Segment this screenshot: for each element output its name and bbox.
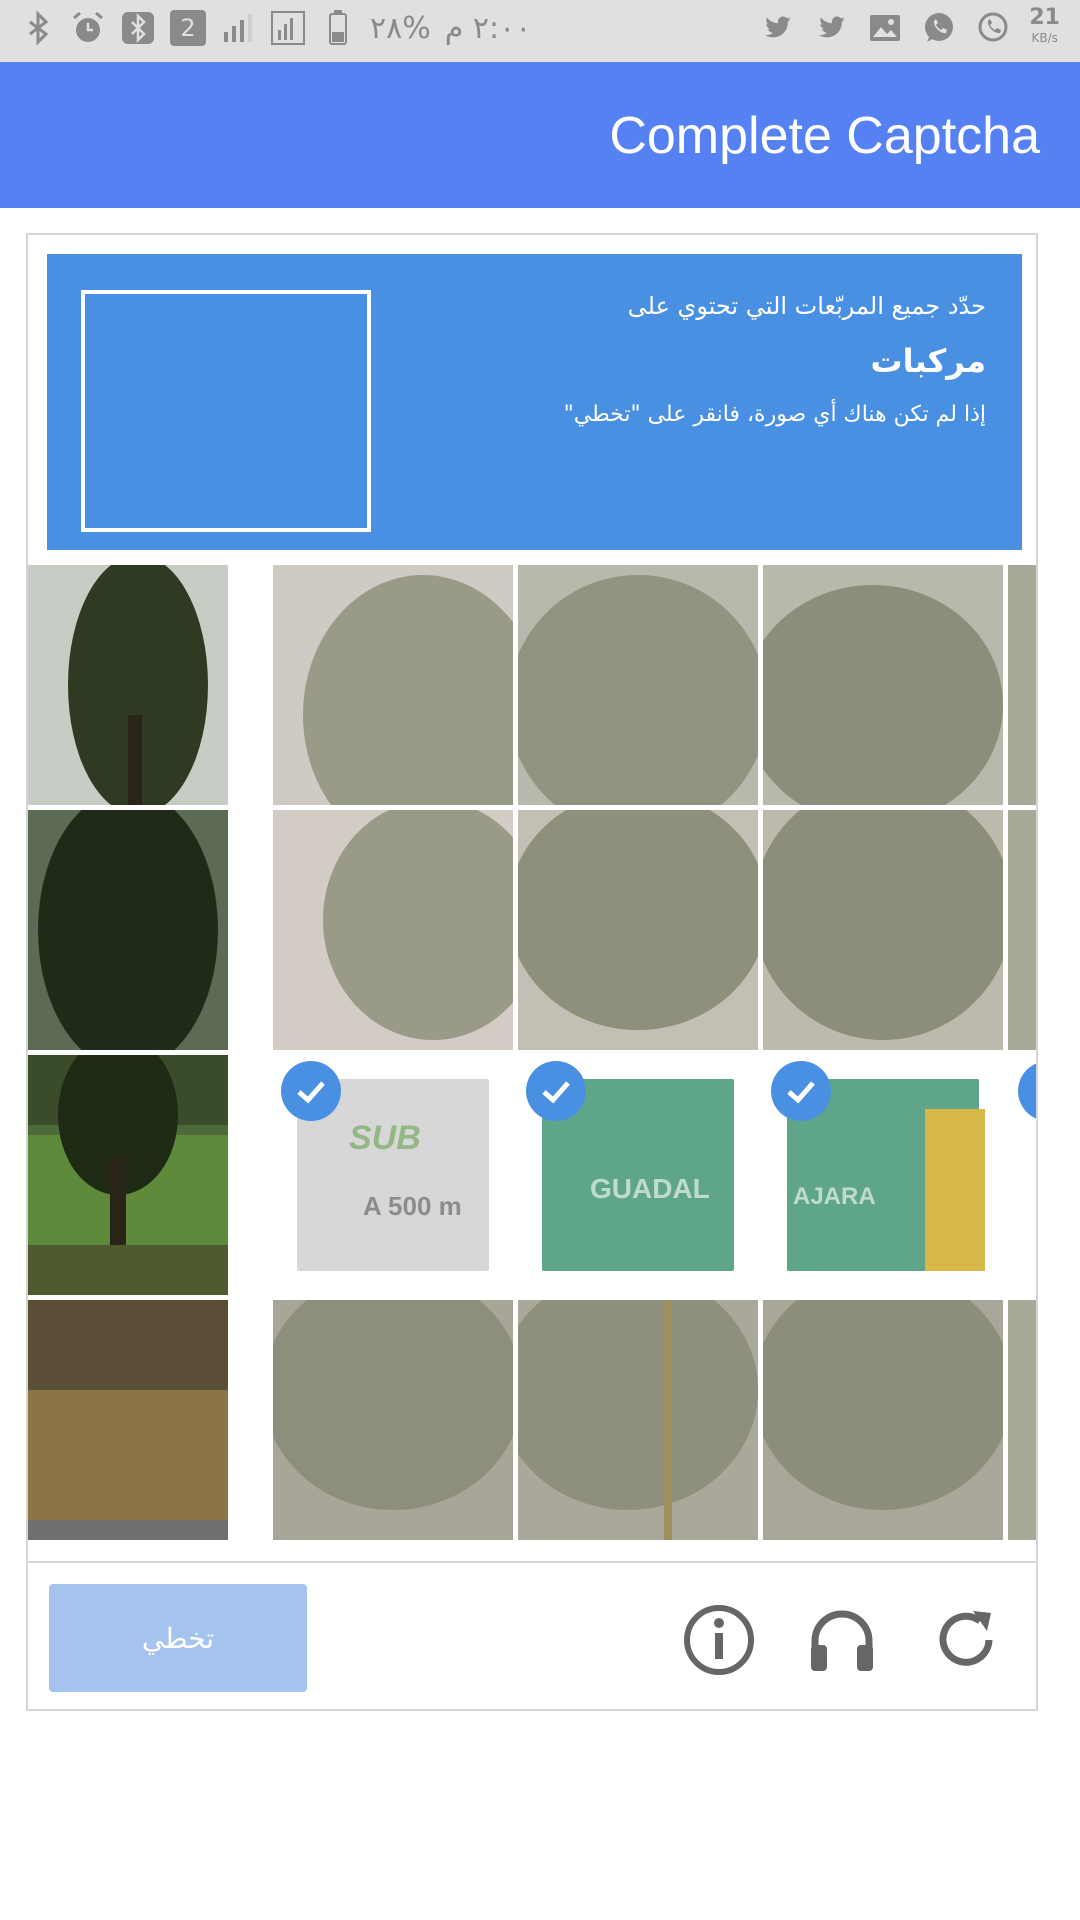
image-tile[interactable] bbox=[273, 565, 513, 805]
image-grid: SUB A 500 m GUADAL AJARA bbox=[28, 565, 1036, 1565]
image-tile[interactable] bbox=[28, 565, 228, 805]
sim-icon: 2 bbox=[170, 10, 206, 46]
sample-image-frame bbox=[81, 290, 371, 532]
app-title: Complete Captcha bbox=[609, 107, 1040, 165]
captcha-header: حدّد جميع المربّعات التي تحتوي على مركبا… bbox=[47, 254, 1022, 550]
whatsapp-icon bbox=[925, 13, 954, 42]
sign-text-subway: SUB bbox=[349, 1119, 421, 1157]
image-tile-selected[interactable]: AJARA bbox=[763, 1055, 1003, 1295]
tree-image bbox=[273, 1300, 513, 1510]
captcha-instructions: حدّد جميع المربّعات التي تحتوي على مركبا… bbox=[564, 292, 986, 427]
app-bar: Complete Captcha bbox=[0, 62, 1080, 208]
image-tile-selected[interactable]: SUB A 500 m bbox=[273, 1055, 513, 1295]
image-tile[interactable] bbox=[518, 810, 758, 1050]
reload-icon[interactable] bbox=[929, 1603, 1003, 1677]
tree-image bbox=[518, 575, 758, 805]
instruction-text: حدّد جميع المربّعات التي تحتوي على bbox=[627, 292, 986, 320]
image-tile[interactable] bbox=[28, 810, 228, 1050]
signal-bars-icon bbox=[224, 14, 252, 42]
sign-text-distance: A 500 m bbox=[363, 1191, 462, 1221]
twitter-icon bbox=[765, 16, 792, 38]
alarm-icon bbox=[73, 11, 103, 42]
tree-image bbox=[763, 810, 1003, 1040]
image-icon bbox=[870, 15, 901, 41]
battery-percent: %٢٨ bbox=[370, 10, 431, 46]
captcha-widget: حدّد جميع المربّعات التي تحتوي على مركبا… bbox=[26, 233, 1038, 1711]
tree-image bbox=[323, 810, 513, 1040]
tree-image bbox=[38, 810, 218, 1050]
image-tile[interactable] bbox=[763, 810, 1003, 1050]
image-tile-selected[interactable] bbox=[1008, 1055, 1036, 1295]
image-tile[interactable] bbox=[763, 565, 1003, 805]
bluetooth-icon bbox=[122, 12, 154, 44]
tree-image bbox=[303, 575, 513, 805]
selected-check-icon bbox=[1018, 1061, 1036, 1121]
status-right: 21 KB/s bbox=[759, 5, 1060, 48]
grass-image bbox=[28, 1300, 228, 1540]
status-left: ٢:٠٠ م %٢٨ 2 bbox=[20, 10, 531, 46]
headphones-icon[interactable] bbox=[805, 1603, 879, 1677]
image-tile[interactable] bbox=[273, 810, 513, 1050]
image-tile[interactable] bbox=[28, 1300, 228, 1540]
battery-icon bbox=[329, 10, 347, 45]
skip-button[interactable]: تخطي bbox=[49, 1584, 307, 1692]
net-speed: 21 KB/s bbox=[1029, 5, 1060, 46]
bluetooth-icon-2 bbox=[29, 10, 49, 46]
tree-image bbox=[763, 585, 1003, 805]
image-tile[interactable] bbox=[28, 1055, 228, 1295]
image-tile[interactable] bbox=[1008, 565, 1036, 805]
twitter-icon-2 bbox=[819, 16, 846, 38]
selected-check-icon bbox=[771, 1061, 831, 1121]
signal-icon bbox=[271, 11, 305, 45]
tree-image bbox=[763, 1300, 1003, 1510]
clock: ٢:٠٠ م bbox=[444, 10, 532, 46]
image-tile[interactable] bbox=[518, 1300, 758, 1540]
pole-image bbox=[518, 1300, 758, 1540]
image-tile[interactable] bbox=[273, 1300, 513, 1540]
whatsapp-icon-2 bbox=[978, 12, 1008, 42]
sign-text-guadal: GUADAL bbox=[590, 1173, 710, 1204]
footer-divider bbox=[28, 1561, 1036, 1563]
status-bar: ٢:٠٠ م %٢٨ 2 21 KB/s bbox=[0, 0, 1080, 62]
image-tile[interactable] bbox=[763, 1300, 1003, 1540]
image-tile-selected[interactable]: GUADAL bbox=[518, 1055, 758, 1295]
image-tile[interactable] bbox=[518, 565, 758, 805]
info-icon[interactable] bbox=[682, 1603, 756, 1677]
image-tile[interactable] bbox=[1008, 1300, 1036, 1540]
image-tile[interactable] bbox=[1008, 810, 1036, 1050]
sign-text-ajara: AJARA bbox=[793, 1183, 876, 1210]
tree-image bbox=[28, 1055, 228, 1295]
selected-check-icon bbox=[526, 1061, 586, 1121]
tree-image bbox=[68, 565, 208, 805]
tree-image bbox=[518, 810, 758, 1030]
hint-text: إذا لم تكن هناك أي صورة، فانقر على "تخطي… bbox=[563, 402, 986, 427]
target-label: مركبات bbox=[870, 342, 986, 380]
selected-check-icon bbox=[281, 1061, 341, 1121]
